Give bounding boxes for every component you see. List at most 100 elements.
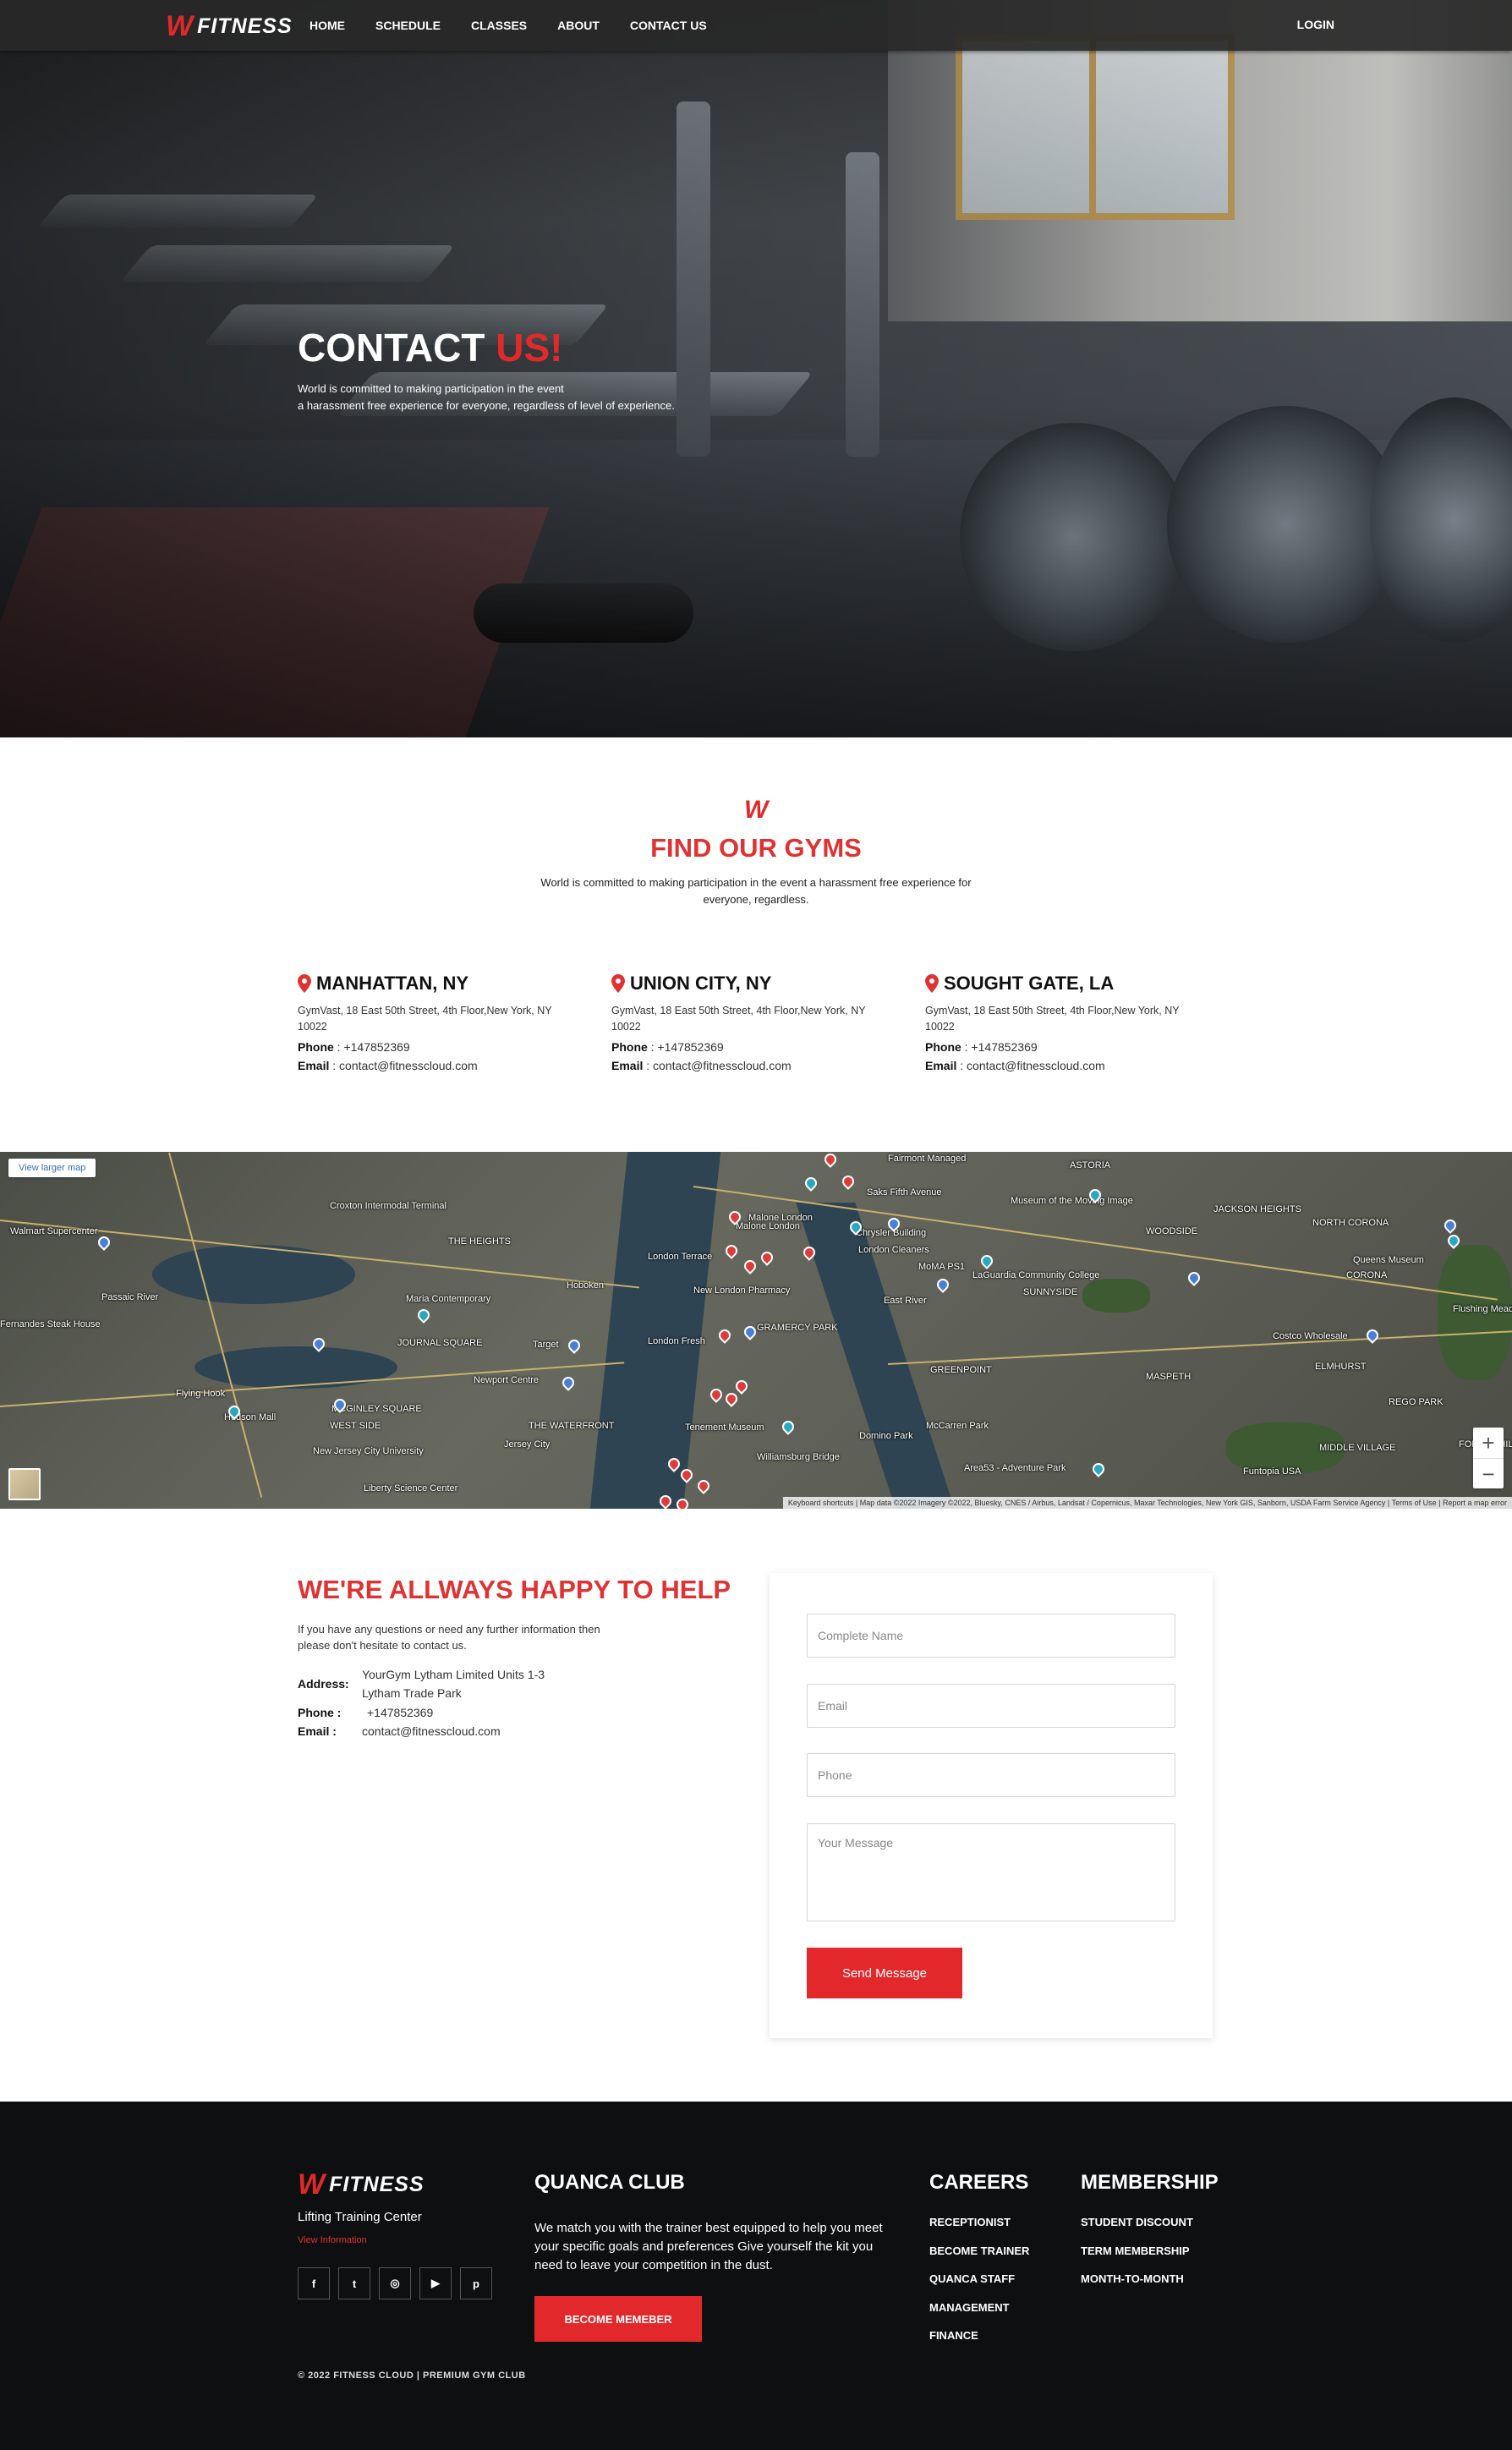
nav-contact-us[interactable]: CONTACT US [630, 19, 707, 32]
membership-term-link[interactable]: TERM MEMBERSHIP [1081, 2237, 1193, 2266]
membership-student-discount-link[interactable]: STUDENT DISCOUNT [1081, 2208, 1193, 2237]
map-marker-icon[interactable] [822, 1152, 839, 1168]
zoom-out-button[interactable]: − [1473, 1458, 1504, 1488]
map-place-label: MASPETH [1146, 1372, 1192, 1382]
contact-address: Address: YourGym Lytham Limited Units 1-… [298, 1665, 545, 1702]
message-field[interactable] [807, 1823, 1175, 1921]
find-gyms-subtitle: World is committed to making participati… [540, 876, 972, 906]
zoom-in-button[interactable]: + [1473, 1428, 1504, 1458]
map-place-label: Area53 - Adventure Park [964, 1463, 1066, 1473]
contact-email: Email : contact@fitnesscloud.com [298, 1722, 501, 1740]
main-nav: HOME SCHEDULE CLASSES ABOUT CONTACT US [310, 0, 737, 51]
map-marker-icon[interactable] [803, 1175, 819, 1192]
map-marker-icon[interactable] [1090, 1461, 1107, 1477]
map-marker-icon[interactable] [742, 1258, 759, 1274]
map-place-label: London Terrace [648, 1252, 713, 1262]
phone-field[interactable] [807, 1753, 1175, 1797]
map-place-label: Hoboken [567, 1280, 605, 1291]
map-place-label: Flying Hook [176, 1389, 226, 1399]
careers-management-link[interactable]: MANAGEMENT [929, 2294, 1029, 2322]
gym-email: Email : contact@fitnesscloud.com [925, 1059, 1204, 1072]
hero-subtitle-line2: a harassment free experience for everyon… [298, 399, 675, 412]
map-place-label: GRAMERCY PARK [757, 1323, 838, 1333]
twitter-icon[interactable]: t [338, 2267, 370, 2299]
name-field[interactable] [807, 1614, 1175, 1658]
map-place-label: WEST SIDE [330, 1421, 381, 1431]
careers-receptionist-link[interactable]: RECEPTIONIST [929, 2208, 1029, 2237]
map-marker-icon[interactable] [780, 1418, 797, 1435]
map-marker-icon[interactable] [415, 1307, 432, 1324]
gym-email: Email : contact@fitnesscloud.com [298, 1059, 577, 1072]
map-place-label: Flushing Meadows [1453, 1304, 1512, 1314]
facebook-icon[interactable]: f [298, 2267, 330, 2299]
hero-subtitle-line1: World is committed to making participati… [298, 382, 564, 395]
gym-address: GymVast, 18 East 50th Street, 4th Floor,… [298, 1005, 552, 1033]
gym-phone-value: : +147852369 [333, 1040, 410, 1054]
careers-quanca-staff-link[interactable]: QUANCA STAFF [929, 2265, 1029, 2294]
map-marker-icon[interactable] [723, 1390, 740, 1407]
map-attribution: Keyboard shortcuts | Map data ©2022 Imag… [782, 1497, 1512, 1509]
map-marker-icon[interactable] [733, 1378, 750, 1395]
gym-phone-label: Phone [298, 1040, 334, 1054]
map-place-label: Liberty Science Center [364, 1483, 458, 1494]
map-marker-icon[interactable] [566, 1337, 583, 1354]
careers-become-trainer-link[interactable]: BECOME TRAINER [929, 2237, 1029, 2266]
map-place-label: Passaic River [101, 1292, 159, 1302]
brand-name: FITNESS [329, 2173, 425, 2196]
nav-schedule[interactable]: SCHEDULE [375, 19, 441, 32]
map-marker-icon[interactable] [1364, 1327, 1381, 1344]
pinterest-icon[interactable]: p [460, 2267, 492, 2299]
map-road [168, 1152, 263, 1498]
send-message-button[interactable]: Send Message [807, 1948, 962, 1998]
map-marker-icon[interactable] [934, 1276, 951, 1293]
contact-phone: Phone : +147852369 [298, 1703, 433, 1722]
find-gyms-title: FIND OUR GYMS [650, 833, 862, 863]
site-footer: W FITNESS Lifting Training Center View I… [0, 2102, 1512, 2450]
map-marker-icon[interactable] [96, 1234, 112, 1251]
membership-month-to-month-link[interactable]: MONTH-TO-MONTH [1081, 2265, 1193, 2294]
become-member-button[interactable]: BECOME MEMEBER [534, 2296, 702, 2342]
login-link[interactable]: LOGIN [1297, 18, 1334, 31]
view-larger-map-link[interactable]: View larger map [8, 1159, 96, 1177]
email-field[interactable] [807, 1684, 1175, 1728]
youtube-icon[interactable]: ▶ [419, 2267, 452, 2299]
map-place-label: East River [884, 1296, 927, 1306]
careers-finance-link[interactable]: FINANCE [929, 2321, 1029, 2350]
map-marker-icon[interactable] [840, 1173, 857, 1190]
map-marker-icon[interactable] [723, 1242, 740, 1259]
map-place-label: Tenement Museum [685, 1422, 764, 1433]
map-marker-icon[interactable] [1442, 1217, 1459, 1234]
footer-logo[interactable]: W FITNESS [298, 2168, 425, 2201]
brand-logo[interactable]: W FITNESS [166, 10, 293, 43]
pegman-icon[interactable] [8, 1468, 41, 1500]
gym-email-value: : contact@fitnesscloud.com [643, 1059, 792, 1072]
page-title-red: US! [496, 326, 563, 370]
map-marker-icon[interactable] [695, 1477, 712, 1494]
map-marker-icon[interactable] [708, 1386, 725, 1403]
nav-about[interactable]: ABOUT [557, 19, 600, 32]
gym-name: UNION CITY, NY [611, 973, 890, 995]
membership-title: MEMBERSHIP [1081, 2171, 1219, 2194]
nav-home[interactable]: HOME [310, 19, 345, 32]
instagram-icon[interactable]: ◎ [379, 2267, 411, 2299]
top-navbar: W FITNESS HOME SCHEDULE CLASSES ABOUT CO… [0, 0, 1512, 51]
location-pin-icon [925, 974, 939, 993]
map-marker-icon[interactable] [560, 1374, 577, 1391]
map-marker-icon[interactable] [716, 1327, 733, 1344]
map-marker-icon[interactable] [759, 1249, 775, 1266]
map-place-label: Target [533, 1340, 559, 1350]
map-place-label: Museum of the Moving Image [1011, 1196, 1133, 1206]
map-marker-icon[interactable] [978, 1252, 995, 1269]
map-marker-icon[interactable] [742, 1324, 759, 1340]
footer-tagline: Lifting Training Center [298, 2210, 422, 2224]
nav-classes[interactable]: CLASSES [471, 19, 527, 32]
gyms-map[interactable]: Walmart Supercenter THE HEIGHTS Croxton In… [0, 1152, 1512, 1509]
map-place-label: Costco Wholesale [1273, 1331, 1348, 1341]
map-marker-icon[interactable] [1186, 1269, 1202, 1286]
section-logo-icon: W [744, 796, 769, 824]
social-links: f t ◎ ▶ p [298, 2267, 492, 2299]
gym-phone: Phone : +147852369 [925, 1040, 1204, 1054]
address-label: Address: [298, 1677, 349, 1691]
view-information-link[interactable]: View Information [298, 2235, 367, 2245]
map-place-label: SUNNYSIDE [1023, 1287, 1078, 1297]
